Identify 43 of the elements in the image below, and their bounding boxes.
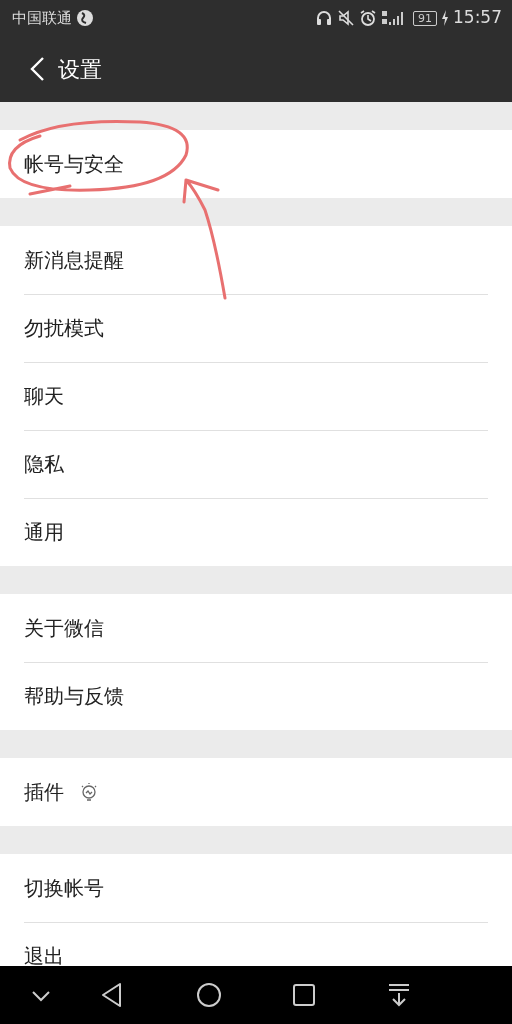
headphones-icon: [315, 9, 333, 27]
pull-down-icon: [388, 983, 410, 1008]
settings-row[interactable]: 帐号与安全: [0, 130, 512, 198]
notification-button[interactable]: [388, 982, 410, 1008]
settings-row[interactable]: 聊天: [0, 362, 512, 430]
chevron-down-icon: [30, 988, 52, 1003]
page-title: 设置: [58, 55, 102, 84]
row-label: 聊天: [24, 383, 64, 410]
square-icon: [292, 983, 316, 1008]
alarm-icon: [359, 9, 377, 27]
back-icon: [29, 56, 45, 82]
clock-time: 15:57: [453, 6, 502, 30]
signal-icon: [381, 9, 405, 27]
carrier-name: 中国联通: [12, 7, 72, 29]
settings-row[interactable]: 退出: [0, 922, 512, 966]
settings-row[interactable]: 关于微信: [0, 594, 512, 662]
row-label: 帐号与安全: [24, 151, 124, 178]
globe-icon: [76, 9, 94, 27]
lightbulb-icon: [80, 782, 98, 802]
row-label: 切换帐号: [24, 875, 104, 902]
row-label: 帮助与反馈: [24, 683, 124, 710]
settings-row[interactable]: 插件: [0, 758, 512, 826]
settings-row[interactable]: 新消息提醒: [0, 226, 512, 294]
triangle-back-icon: [100, 982, 124, 1008]
row-label: 关于微信: [24, 615, 104, 642]
settings-row[interactable]: 通用: [0, 498, 512, 566]
row-label: 新消息提醒: [24, 247, 124, 274]
home-icon: [196, 982, 222, 1008]
settings-row[interactable]: 切换帐号: [0, 854, 512, 922]
row-label: 隐私: [24, 451, 64, 478]
row-label: 勿扰模式: [24, 315, 104, 342]
row-label: 退出: [24, 943, 64, 966]
home-button[interactable]: [196, 982, 222, 1008]
mute-icon: [337, 9, 355, 27]
recents-button[interactable]: [292, 982, 316, 1008]
charging-icon: [441, 10, 449, 26]
row-label: 通用: [24, 519, 64, 546]
settings-row[interactable]: 勿扰模式: [0, 294, 512, 362]
back-button[interactable]: [100, 982, 124, 1008]
battery-level: 91: [413, 10, 437, 26]
settings-row[interactable]: 隐私: [0, 430, 512, 498]
row-label: 插件: [24, 779, 64, 806]
settings-row[interactable]: 帮助与反馈: [0, 662, 512, 730]
